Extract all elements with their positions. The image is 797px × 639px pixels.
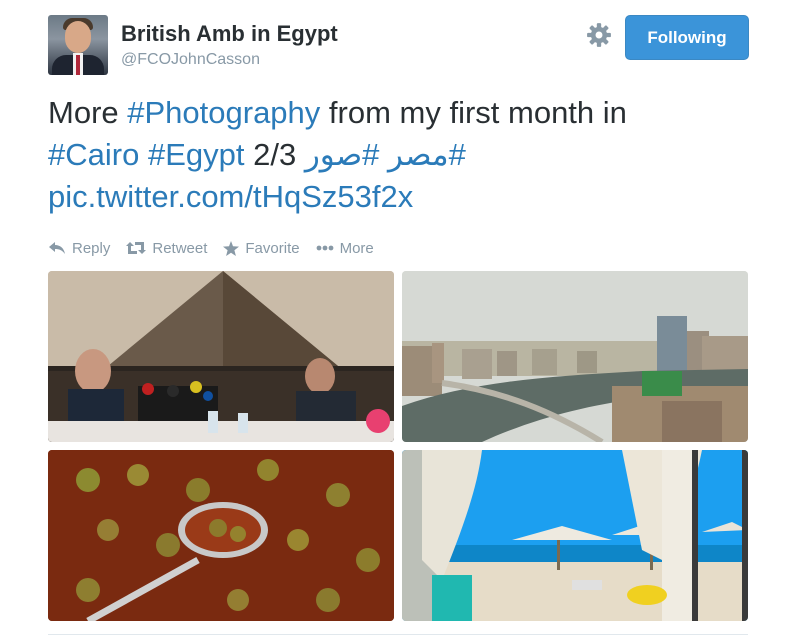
avatar-tie — [76, 55, 80, 75]
more-dots-icon — [316, 245, 333, 251]
hashtag-photography[interactable]: #Photography — [127, 95, 320, 130]
more-action[interactable]: More — [316, 240, 374, 257]
hashtag-arabic[interactable]: #مصر #صور — [305, 137, 466, 172]
tweet-line-3: pic.twitter.com/tHqSz53f2x — [48, 176, 768, 218]
reply-icon — [49, 242, 65, 254]
photo-food-illustration — [48, 450, 394, 621]
reply-action[interactable]: Reply — [48, 240, 110, 257]
tweet-word-more: More — [48, 95, 128, 130]
tweet-line-2: #Cairo #Egypt 2/3 #مصر #صور — [48, 134, 768, 176]
photo-okra-dish[interactable] — [48, 450, 394, 621]
retweet-label: Retweet — [152, 239, 208, 257]
retweet-icon — [126, 242, 147, 254]
tweet-line-1: More #Photography from my first month in — [48, 92, 768, 134]
hashtag-cairo[interactable]: #Cairo — [48, 137, 139, 172]
tweet-mid-text: from my first month in — [320, 95, 627, 130]
tweet-text: More #Photography from my first month in… — [48, 92, 768, 218]
pic-link[interactable]: pic.twitter.com/tHqSz53f2x — [48, 179, 413, 214]
user-display-name[interactable]: British Amb in Egypt — [121, 21, 338, 47]
favorite-action[interactable]: Favorite — [223, 239, 300, 257]
photo-cairo-illustration — [402, 271, 748, 442]
user-handle[interactable]: @FCOJohnCasson — [121, 51, 260, 69]
avatar-face — [65, 21, 91, 53]
gear-icon[interactable] — [586, 22, 612, 48]
star-icon — [223, 240, 240, 256]
bottom-divider — [48, 634, 748, 635]
photo-beach-view[interactable] — [402, 450, 748, 621]
tweet-actions: Reply Retweet Favorite More — [48, 237, 390, 259]
avatar[interactable] — [48, 15, 108, 75]
photo-beach-illustration — [402, 450, 748, 621]
hashtag-egypt[interactable]: #Egypt — [148, 137, 245, 172]
photo-pyramid-illustration — [48, 271, 394, 442]
photo-pyramid-press-conference[interactable] — [48, 271, 394, 442]
following-button[interactable]: Following — [625, 15, 749, 60]
photo-cairo-nile-skyline[interactable] — [402, 271, 748, 442]
more-label: More — [339, 239, 374, 257]
tweet-count: 2/3 — [253, 137, 297, 172]
reply-label: Reply — [72, 239, 111, 257]
retweet-action[interactable]: Retweet — [126, 240, 207, 257]
favorite-label: Favorite — [245, 239, 300, 257]
